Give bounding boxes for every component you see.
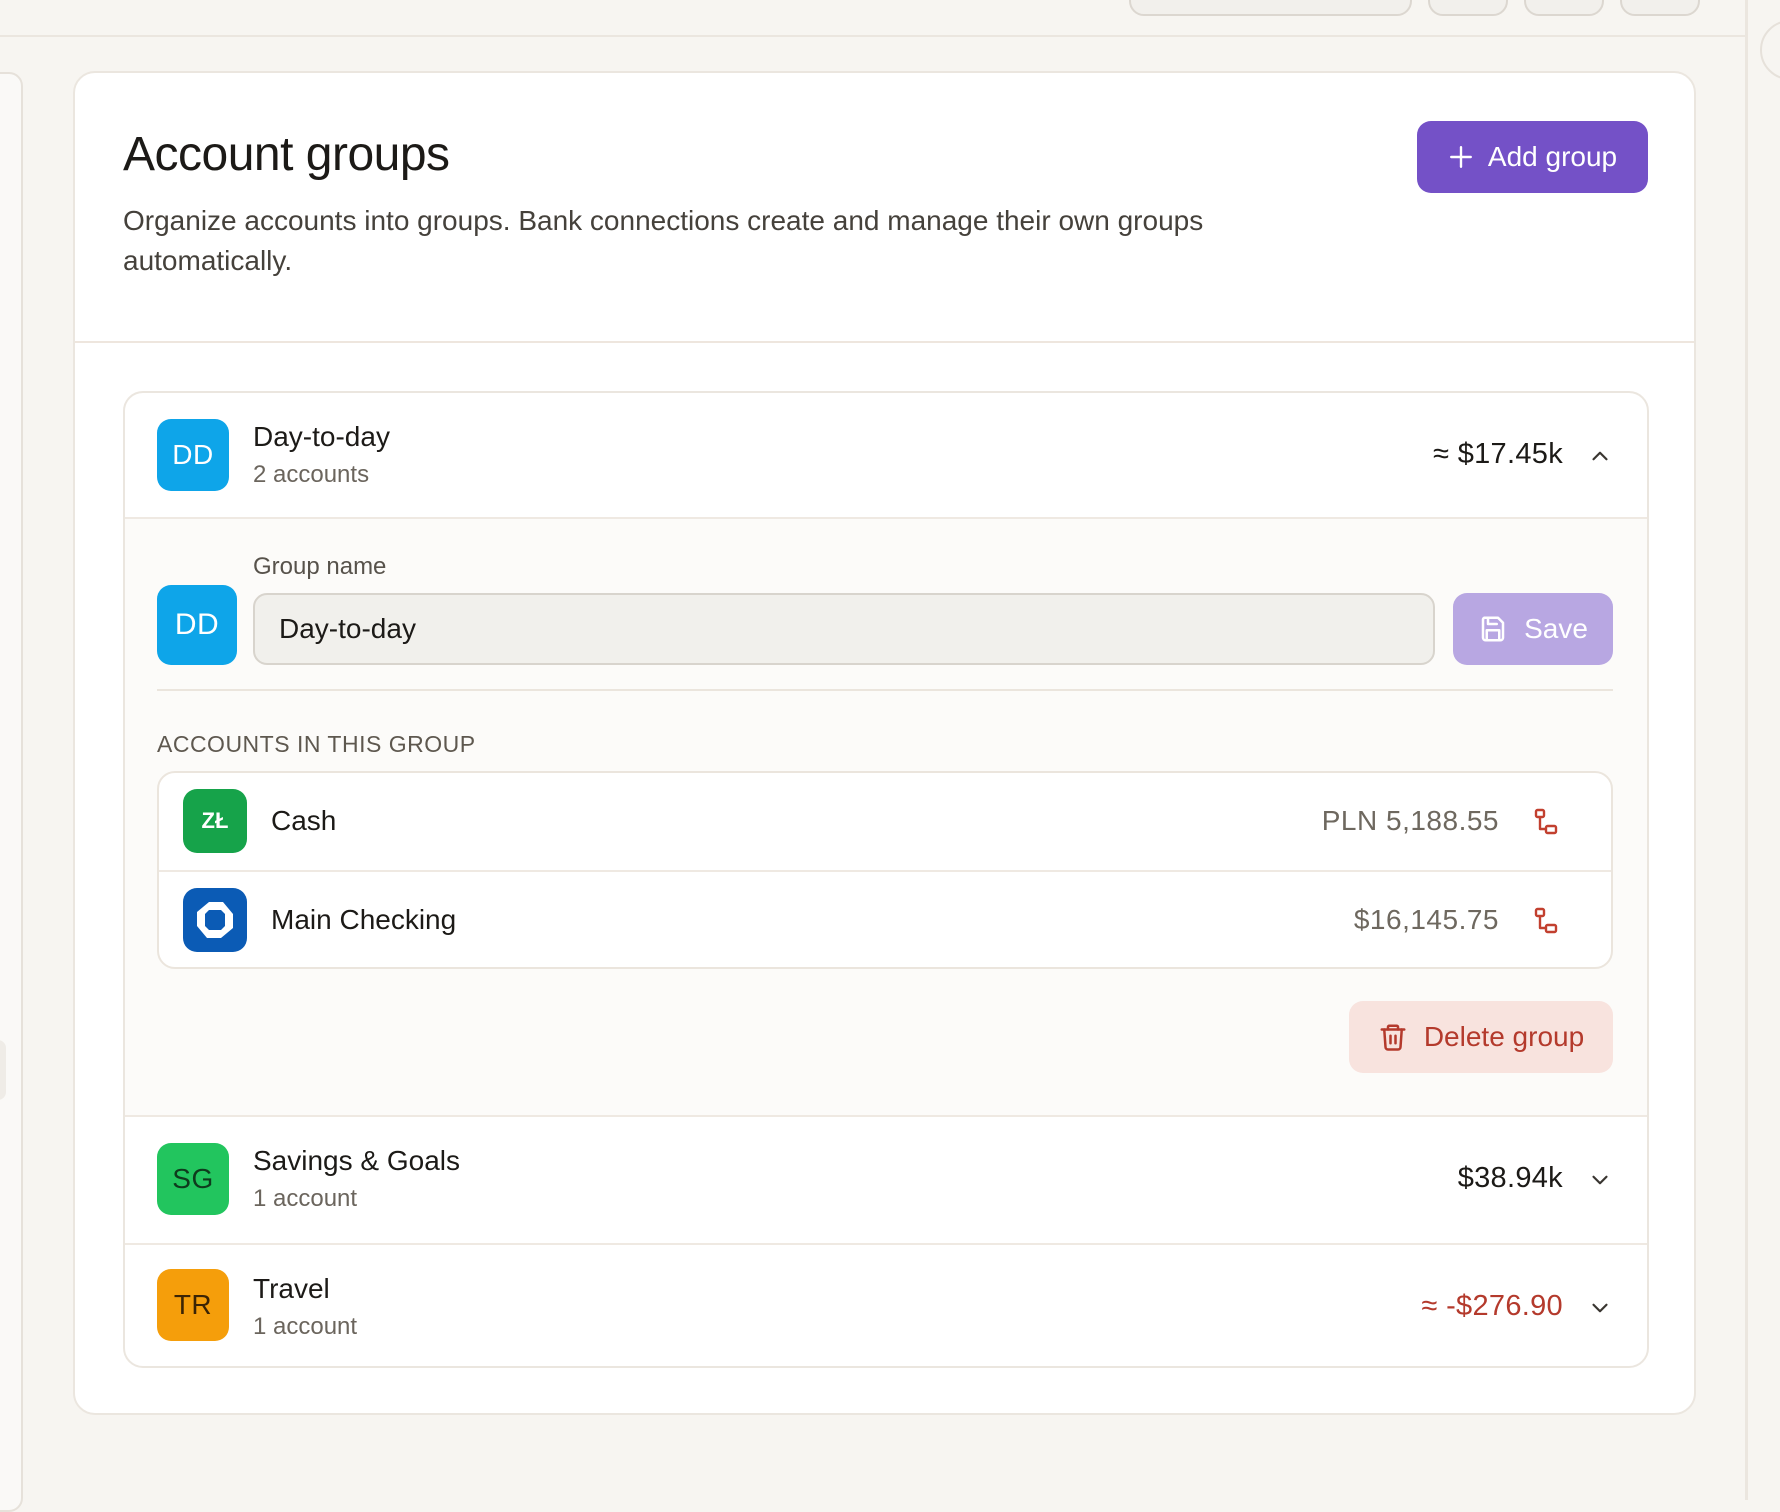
bank-logo-mark [197,902,233,938]
accounts-section-label: ACCOUNTS IN THIS GROUP [157,731,476,757]
group-row-savings-goals[interactable]: SG Savings & Goals 1 account $38.94k [125,1117,1647,1243]
trash-icon [1380,1024,1406,1051]
account-row-cash[interactable]: ZŁ Cash PLN 5,188.55 [159,773,1611,870]
delete-group-label: Delete group [1423,1021,1585,1052]
top-button-3[interactable] [1620,0,1700,16]
card-header: Account groups Organize accounts into gr… [75,73,1694,343]
plus-icon [1449,146,1472,168]
unlink-icon[interactable] [1533,807,1559,837]
account-logo: ZŁ [183,789,247,853]
group-name-input[interactable] [253,593,1435,665]
add-group-label: Add group [1487,141,1618,172]
group-avatar: DD [157,419,229,491]
chase-octagon-icon [183,888,247,952]
group-name-label: Group name [253,553,387,580]
chevron-down-icon[interactable] [1587,1295,1613,1321]
group-name: Travel [253,1273,330,1304]
right-panel-divider [1745,0,1748,1500]
account-balance: $16,145.75 [1353,904,1499,935]
top-search-pill[interactable] [1129,0,1412,16]
accounts-in-group-list: ZŁ Cash PLN 5,188.55 Main Checking $16,1… [157,771,1613,969]
group-account-count: 1 account [253,1313,358,1340]
account-row-main-checking[interactable]: Main Checking $16,145.75 [159,872,1611,967]
editor-group-avatar: DD [157,585,237,665]
group-total: ≈ $17.45k [1433,438,1563,470]
left-sidebar-handle[interactable] [0,1040,6,1100]
chevron-up-icon[interactable] [1587,443,1613,469]
account-name: Main Checking [271,904,457,935]
account-name: Cash [271,805,337,836]
header-divider [75,341,1694,343]
group-name: Savings & Goals [253,1145,460,1176]
unlink-icon[interactable] [1533,906,1559,936]
top-button-1[interactable] [1428,0,1508,16]
group-editor-panel: DD Group name Save ACCOUNTS IN THIS GROU… [125,519,1647,1115]
groups-list: DD Day-to-day 2 accounts ≈ $17.45k DD Gr… [123,391,1649,1368]
account-groups-card: Account groups Organize accounts into gr… [73,71,1696,1415]
left-sidebar-edge [0,72,23,1512]
delete-group-button[interactable]: Delete group [1349,1001,1613,1073]
account-balance: PLN 5,188.55 [1321,805,1499,836]
group-total: $38.94k [1457,1162,1563,1194]
add-group-button[interactable]: Add group [1417,121,1648,193]
save-label: Save [1524,613,1588,644]
group-total: ≈ -$276.90 [1421,1290,1563,1322]
top-button-2[interactable] [1524,0,1604,16]
group-name: Day-to-day [253,421,390,452]
group-avatar: TR [157,1269,229,1341]
group-avatar: SG [157,1143,229,1215]
save-button[interactable]: Save [1453,593,1613,665]
chevron-down-icon[interactable] [1587,1167,1613,1193]
right-panel-avatar[interactable] [1760,20,1780,80]
group-account-count: 1 account [253,1185,358,1212]
editor-divider [157,689,1613,691]
group-row-day-to-day[interactable]: DD Day-to-day 2 accounts ≈ $17.45k [125,393,1647,519]
group-row-travel[interactable]: TR Travel 1 account ≈ -$276.90 [125,1245,1647,1366]
top-bar [0,0,1745,37]
page-description: Organize accounts into groups. Bank conn… [123,205,1204,276]
page-title: Account groups [123,128,450,181]
group-account-count: 2 accounts [253,461,370,488]
floppy-disk-icon [1481,616,1505,642]
